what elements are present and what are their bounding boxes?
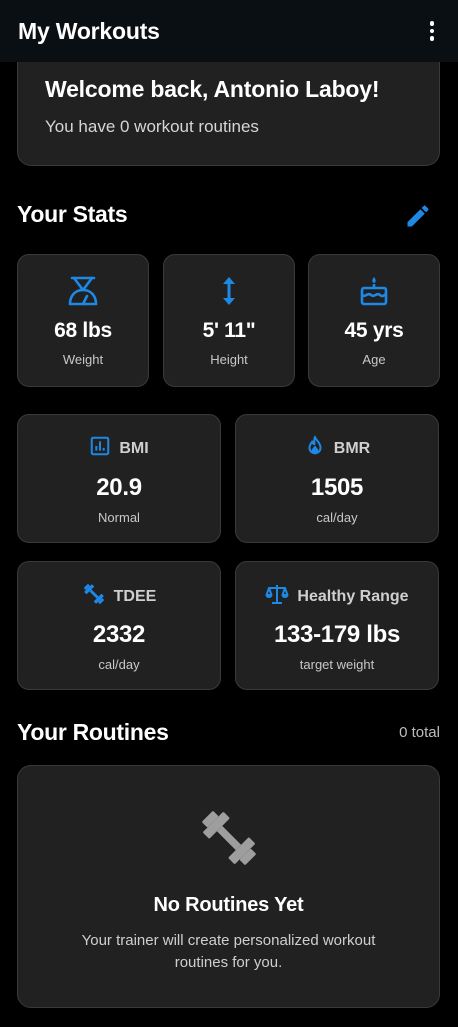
bmi-title: BMI: [119, 439, 149, 457]
edit-icon[interactable]: [404, 202, 432, 230]
bmr-label: cal/day: [316, 510, 358, 525]
weight-label: Weight: [62, 352, 104, 367]
bmi-label: Normal: [98, 510, 140, 525]
healthy-range-stat-card: Healthy Range 133-179 lbs target weight: [235, 561, 439, 690]
stats-section-title: Your Stats: [17, 201, 128, 227]
tdee-label: cal/day: [98, 657, 140, 672]
tdee-title: TDEE: [113, 587, 157, 605]
age-label: Age: [362, 352, 386, 367]
more-vert-icon[interactable]: [420, 19, 444, 43]
weight-value: 68 lbs: [54, 319, 112, 342]
height-arrows-icon: [164, 273, 294, 309]
bmi-stat-card: BMI 20.9 Normal: [17, 414, 221, 543]
empty-routines-description: Your trainer will create personalized wo…: [81, 932, 376, 971]
weight-stat-card: 68 lbs Weight: [17, 254, 149, 387]
empty-routines-card: No Routines Yet Your trainer will create…: [17, 765, 440, 1008]
bar-chart-icon: [89, 435, 111, 462]
flame-icon: [304, 435, 326, 462]
age-value: 45 yrs: [344, 319, 404, 342]
dumbbell-icon: [18, 806, 439, 868]
empty-routines-title: No Routines Yet: [153, 894, 304, 916]
age-stat-card: 45 yrs Age: [308, 254, 440, 387]
scale-icon: [18, 273, 148, 309]
routines-section-title: Your Routines: [17, 719, 169, 745]
bmr-value: 1505: [310, 474, 364, 501]
height-label: Height: [210, 352, 248, 367]
dumbbell-icon: [82, 582, 106, 611]
balance-scale-icon: [265, 582, 289, 611]
height-stat-card: 5' 11" Height: [163, 254, 295, 387]
bmr-title: BMR: [333, 439, 371, 457]
bmr-stat-card: BMR 1505 cal/day: [235, 414, 439, 543]
tdee-value: 2332: [92, 621, 146, 648]
welcome-subtitle: You have 0 workout routines: [45, 117, 259, 136]
tdee-stat-card: TDEE 2332 cal/day: [17, 561, 221, 690]
healthy-range-value: 133-179 lbs: [273, 621, 401, 648]
cake-icon: [309, 273, 439, 309]
healthy-range-label: target weight: [299, 657, 375, 672]
bmi-value: 20.9: [96, 474, 142, 501]
height-value: 5' 11": [202, 319, 256, 342]
routines-total: 0 total: [399, 724, 440, 741]
app-bar: My Workouts: [0, 0, 458, 62]
welcome-title: Welcome back, Antonio Laboy!: [45, 76, 380, 102]
healthy-range-title: Healthy Range: [297, 587, 409, 605]
page-title: My Workouts: [18, 17, 160, 44]
